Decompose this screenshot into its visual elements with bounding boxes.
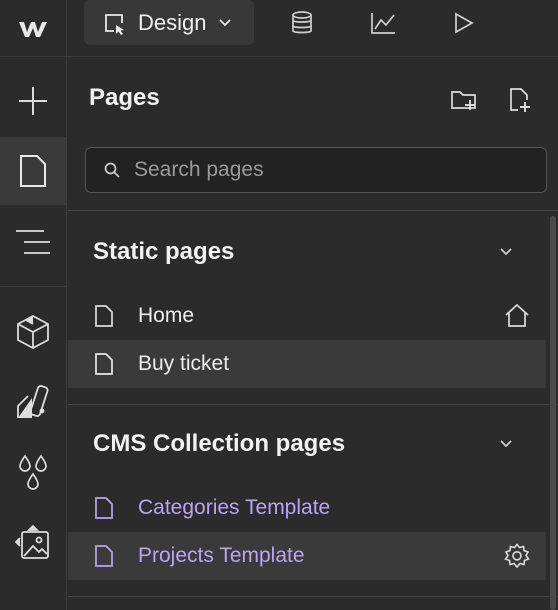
chevron-down-icon (500, 440, 512, 448)
page-row-projects-template[interactable]: Projects Template (68, 532, 546, 580)
section-title-cms: CMS Collection pages (93, 430, 346, 457)
page-label: Buy ticket (138, 352, 230, 375)
design-mode-button[interactable]: Design (84, 0, 254, 45)
cms-button[interactable] (284, 8, 320, 38)
page-label: Categories Template (138, 496, 331, 519)
analytics-chart-icon (371, 13, 395, 34)
section-divider (68, 596, 558, 597)
page-row-home[interactable]: Home (68, 292, 546, 340)
cms-page-icon (94, 495, 116, 521)
navigator-panel-button[interactable] (0, 208, 66, 276)
variables-panel-button[interactable] (0, 438, 66, 506)
styles-icon (17, 385, 49, 418)
settings-gear-icon (504, 543, 530, 569)
search-input[interactable] (134, 158, 514, 182)
new-folder-icon (451, 91, 476, 110)
cms-page-icon (94, 543, 116, 569)
home-page-indicator (504, 303, 530, 329)
search-icon (104, 162, 120, 178)
logo-cell[interactable] (0, 0, 67, 57)
new-folder-button[interactable] (448, 84, 480, 116)
page-row-categories-template[interactable]: Categories Template (68, 484, 546, 532)
collapse-static-button[interactable] (494, 240, 518, 264)
section-divider (68, 210, 558, 211)
chevron-down-icon (219, 18, 232, 26)
preview-button[interactable] (446, 8, 482, 38)
design-cursor-icon (105, 13, 124, 35)
add-panel-button[interactable] (0, 67, 66, 135)
home-icon (505, 303, 529, 327)
pages-panel-button[interactable] (0, 137, 66, 205)
section-title-static: Static pages (93, 238, 235, 265)
components-panel-button[interactable] (0, 298, 66, 366)
page-label: Home (138, 304, 195, 327)
new-page-button[interactable] (504, 84, 536, 116)
cms-database-icon (292, 11, 312, 34)
page-row-buy-ticket[interactable]: Buy ticket (68, 340, 546, 388)
collapse-cms-button[interactable] (494, 432, 518, 456)
new-page-icon (510, 88, 530, 112)
page-label: Projects Template (138, 544, 305, 567)
components-icon (17, 314, 49, 350)
panel-title: Pages (89, 84, 160, 111)
page-icon (94, 351, 116, 377)
analytics-button[interactable] (365, 8, 401, 38)
styles-panel-button[interactable] (0, 368, 66, 436)
search-box[interactable] (85, 147, 547, 193)
design-mode-label: Design (138, 9, 207, 35)
section-divider (68, 404, 558, 405)
panel-scrollbar[interactable] (550, 216, 556, 610)
webflow-logo-icon (19, 21, 47, 37)
assets-panel-button[interactable] (0, 508, 66, 576)
navigator-icon (16, 230, 50, 254)
chevron-down-icon (500, 248, 512, 256)
assets-icon (14, 524, 49, 559)
page-settings-button[interactable] (504, 543, 530, 569)
add-icon (19, 87, 47, 115)
pages-icon (20, 155, 46, 187)
variables-icon (19, 454, 47, 490)
rail-divider (0, 286, 66, 287)
page-icon (94, 303, 116, 329)
play-preview-icon (455, 12, 474, 34)
